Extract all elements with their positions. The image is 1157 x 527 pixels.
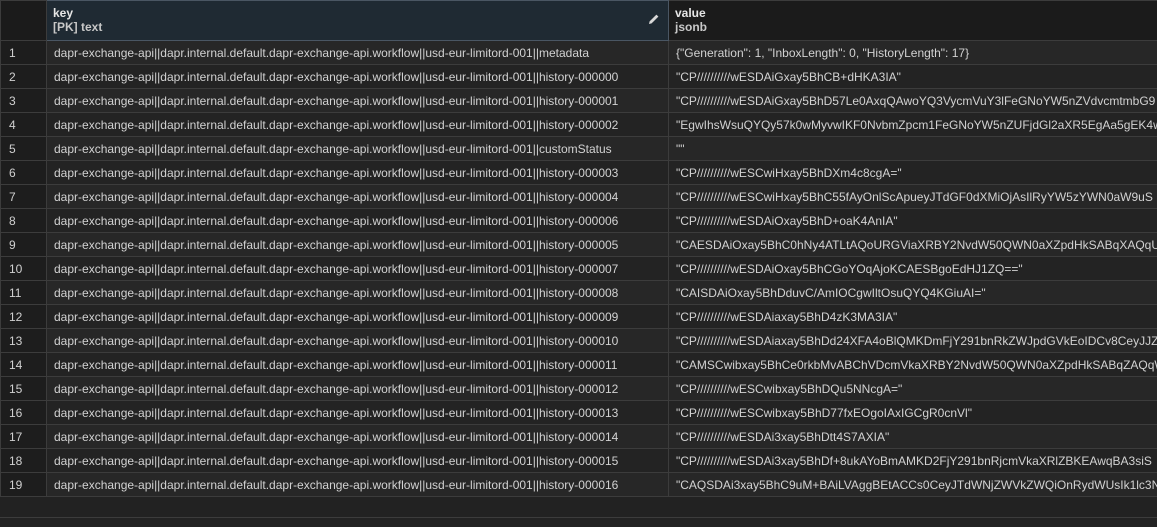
data-grid: key [PK] text value jsonb 1 dapr-exchange… <box>0 0 1157 527</box>
value-cell[interactable]: {"Generation": 1, "InboxLength": 0, "His… <box>668 40 1157 65</box>
table-row[interactable]: 15 dapr-exchange-api||dapr.internal.defau… <box>0 376 1157 401</box>
value-cell[interactable]: "CAISDAiOxay5BhDduvC/AmIOCgwIltOsuQYQ4KG… <box>668 280 1157 305</box>
table-row[interactable]: 5 dapr-exchange-api||dapr.internal.defaul… <box>0 136 1157 161</box>
table-row[interactable]: 3 dapr-exchange-api||dapr.internal.defaul… <box>0 88 1157 113</box>
row-number[interactable]: 15 <box>0 376 47 401</box>
key-cell[interactable]: dapr-exchange-api||dapr.internal.default… <box>46 256 669 281</box>
results-table: key [PK] text value jsonb 1 dapr-exchange… <box>0 0 1157 497</box>
table-row[interactable]: 11 dapr-exchange-api||dapr.internal.defau… <box>0 280 1157 305</box>
table-row[interactable]: 13 dapr-exchange-api||dapr.internal.defau… <box>0 328 1157 353</box>
table-row[interactable]: 1 dapr-exchange-api||dapr.internal.defaul… <box>0 40 1157 65</box>
row-number[interactable]: 18 <box>0 448 47 473</box>
row-number[interactable]: 16 <box>0 400 47 425</box>
column-header-key[interactable]: key [PK] text <box>46 0 669 41</box>
key-cell[interactable]: dapr-exchange-api||dapr.internal.default… <box>46 472 669 497</box>
row-number[interactable]: 5 <box>0 136 47 161</box>
key-cell[interactable]: dapr-exchange-api||dapr.internal.default… <box>46 64 669 89</box>
row-number[interactable]: 19 <box>0 472 47 497</box>
row-number[interactable]: 17 <box>0 424 47 449</box>
key-cell[interactable]: dapr-exchange-api||dapr.internal.default… <box>46 184 669 209</box>
table-row[interactable]: 12 dapr-exchange-api||dapr.internal.defau… <box>0 304 1157 329</box>
grid-empty-area <box>0 517 1157 527</box>
key-cell[interactable]: dapr-exchange-api||dapr.internal.default… <box>46 448 669 473</box>
value-cell[interactable]: "EgwIhsWsuQYQy57k0wMyvwIKF0NvbmZpcm1FeGN… <box>668 112 1157 137</box>
row-number[interactable]: 8 <box>0 208 47 233</box>
table-row[interactable]: 17 dapr-exchange-api||dapr.internal.defau… <box>0 424 1157 449</box>
table-row[interactable]: 6 dapr-exchange-api||dapr.internal.defaul… <box>0 160 1157 185</box>
row-number[interactable]: 7 <box>0 184 47 209</box>
key-cell[interactable]: dapr-exchange-api||dapr.internal.default… <box>46 160 669 185</box>
row-number[interactable]: 13 <box>0 328 47 353</box>
table-body: 1 dapr-exchange-api||dapr.internal.defaul… <box>0 40 1157 497</box>
value-cell[interactable]: "CAESDAiOxay5BhC0hNy4ATLtAQoURGViaXRBY2N… <box>668 232 1157 257</box>
row-number[interactable]: 12 <box>0 304 47 329</box>
value-cell[interactable]: "CP//////////wESDAiaxay5BhD4zK3MA3IA" <box>668 304 1157 329</box>
value-cell[interactable]: "CP//////////wESDAiOxay5BhD+oaK4AnIA" <box>668 208 1157 233</box>
row-number[interactable]: 10 <box>0 256 47 281</box>
key-cell[interactable]: dapr-exchange-api||dapr.internal.default… <box>46 232 669 257</box>
value-cell[interactable]: "CP//////////wESDAi3xay5BhDtt4S7AXIA" <box>668 424 1157 449</box>
value-cell[interactable]: "CP//////////wESDAiaxay5BhDd24XFA4oBlQMK… <box>668 328 1157 353</box>
table-row[interactable]: 7 dapr-exchange-api||dapr.internal.defaul… <box>0 184 1157 209</box>
row-number[interactable]: 6 <box>0 160 47 185</box>
value-cell[interactable]: "CP//////////wESDAiGxay5BhD57Le0AxqQAwoY… <box>668 88 1157 113</box>
column-header-value[interactable]: value jsonb <box>668 0 1157 41</box>
table-row[interactable]: 16 dapr-exchange-api||dapr.internal.defau… <box>0 400 1157 425</box>
key-cell[interactable]: dapr-exchange-api||dapr.internal.default… <box>46 280 669 305</box>
table-row[interactable]: 18 dapr-exchange-api||dapr.internal.defau… <box>0 448 1157 473</box>
row-number[interactable]: 9 <box>0 232 47 257</box>
row-number[interactable]: 14 <box>0 352 47 377</box>
value-cell[interactable]: "CP//////////wESDAiOxay5BhCGoYOqAjoKCAES… <box>668 256 1157 281</box>
value-cell[interactable]: "CP//////////wESCwibxay5BhDQu5NNcgA=" <box>668 376 1157 401</box>
table-row[interactable]: 14 dapr-exchange-api||dapr.internal.defau… <box>0 352 1157 377</box>
value-cell[interactable]: "CP//////////wESDAi3xay5BhDf+8ukAYoBmAMK… <box>668 448 1157 473</box>
column-name: value <box>675 6 706 20</box>
table-row[interactable]: 19 dapr-exchange-api||dapr.internal.defau… <box>0 472 1157 497</box>
value-cell[interactable]: "CP//////////wESCwiHxay5BhC55fAyOnlScApu… <box>668 184 1157 209</box>
column-type: jsonb <box>675 20 707 34</box>
key-cell[interactable]: dapr-exchange-api||dapr.internal.default… <box>46 352 669 377</box>
table-row[interactable]: 8 dapr-exchange-api||dapr.internal.defaul… <box>0 208 1157 233</box>
column-type: [PK] text <box>53 20 103 34</box>
table-row[interactable]: 9 dapr-exchange-api||dapr.internal.defaul… <box>0 232 1157 257</box>
value-cell[interactable]: "CP//////////wESCwibxay5BhD77fxEOgoIAxIG… <box>668 400 1157 425</box>
value-cell[interactable]: "CAQSDAi3xay5BhC9uM+BAiLVAggBEtACCs0CeyJ… <box>668 472 1157 497</box>
key-cell[interactable]: dapr-exchange-api||dapr.internal.default… <box>46 376 669 401</box>
row-number[interactable]: 11 <box>0 280 47 305</box>
key-cell[interactable]: dapr-exchange-api||dapr.internal.default… <box>46 88 669 113</box>
key-cell[interactable]: dapr-exchange-api||dapr.internal.default… <box>46 112 669 137</box>
row-number[interactable]: 4 <box>0 112 47 137</box>
value-cell[interactable]: "CP//////////wESCwiHxay5BhDXm4c8cgA=" <box>668 160 1157 185</box>
value-cell[interactable]: "CP//////////wESDAiGxay5BhCB+dHKA3IA" <box>668 64 1157 89</box>
row-number[interactable]: 1 <box>0 40 47 65</box>
key-cell[interactable]: dapr-exchange-api||dapr.internal.default… <box>46 400 669 425</box>
key-cell[interactable]: dapr-exchange-api||dapr.internal.default… <box>46 304 669 329</box>
row-number[interactable]: 3 <box>0 88 47 113</box>
key-cell[interactable]: dapr-exchange-api||dapr.internal.default… <box>46 208 669 233</box>
value-cell[interactable]: "CAMSCwibxay5BhCe0rkbMvABChVDcmVkaXRBY2N… <box>668 352 1157 377</box>
value-cell[interactable]: "" <box>668 136 1157 161</box>
table-row[interactable]: 2 dapr-exchange-api||dapr.internal.defaul… <box>0 64 1157 89</box>
pencil-icon[interactable] <box>648 13 660 25</box>
header-row: key [PK] text value jsonb <box>0 0 1157 41</box>
table-row[interactable]: 4 dapr-exchange-api||dapr.internal.defaul… <box>0 112 1157 137</box>
table-row[interactable]: 10 dapr-exchange-api||dapr.internal.defau… <box>0 256 1157 281</box>
key-cell[interactable]: dapr-exchange-api||dapr.internal.default… <box>46 328 669 353</box>
key-cell[interactable]: dapr-exchange-api||dapr.internal.default… <box>46 136 669 161</box>
key-cell[interactable]: dapr-exchange-api||dapr.internal.default… <box>46 40 669 65</box>
row-number-header[interactable] <box>0 0 47 41</box>
row-number[interactable]: 2 <box>0 64 47 89</box>
key-cell[interactable]: dapr-exchange-api||dapr.internal.default… <box>46 424 669 449</box>
column-name: key <box>53 6 74 20</box>
